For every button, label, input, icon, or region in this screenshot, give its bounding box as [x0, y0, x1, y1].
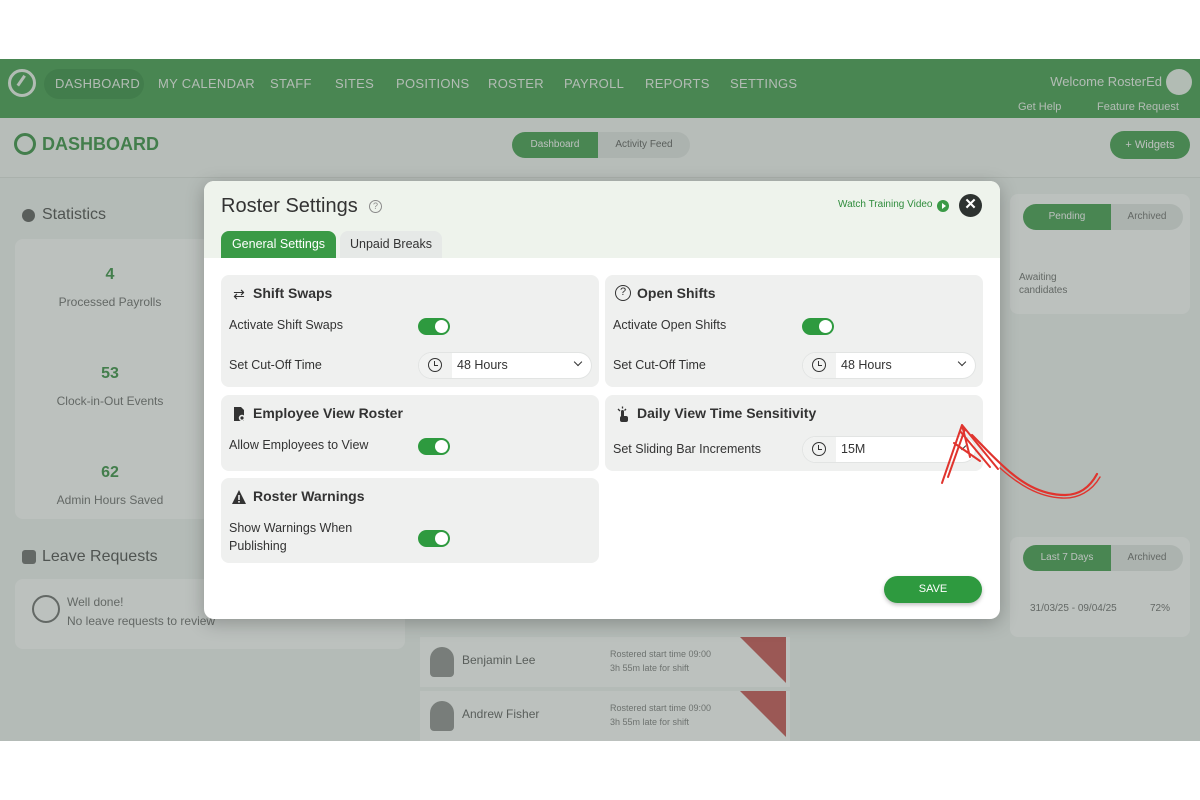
panel-title: Open Shifts [637, 285, 716, 301]
shift-swaps-panel: ⇄ Shift Swaps Activate Shift Swaps Set C… [221, 275, 599, 387]
watch-training-video-link[interactable]: Watch Training Video [838, 199, 933, 210]
activate-shift-swaps-label: Activate Shift Swaps [229, 318, 343, 332]
show-warnings-label-line1: Show Warnings When [229, 521, 353, 535]
question-circle-icon: ? [615, 285, 631, 301]
daily-view-panel: Daily View Time Sensitivity Set Sliding … [605, 395, 983, 471]
close-button[interactable]: ✕ [959, 194, 982, 217]
chevron-down-icon [957, 357, 967, 367]
roster-warnings-panel: Roster Warnings Show Warnings When Publi… [221, 478, 599, 563]
swap-arrows-icon: ⇄ [233, 286, 245, 302]
app-frame: DASHBOARD MY CALENDAR STAFF SITES POSITI… [0, 59, 1200, 741]
show-warnings-toggle[interactable] [418, 530, 450, 547]
select-value: 48 Hours [457, 358, 508, 372]
chevron-down-icon [573, 357, 583, 367]
help-icon[interactable]: ? [369, 200, 382, 213]
tab-unpaid-breaks[interactable]: Unpaid Breaks [340, 231, 442, 258]
clock-icon [803, 353, 836, 378]
open-shifts-panel: ? Open Shifts Activate Open Shifts Set C… [605, 275, 983, 387]
activate-open-shifts-toggle[interactable] [802, 318, 834, 335]
panel-title: Daily View Time Sensitivity [637, 405, 817, 421]
allow-employees-label: Allow Employees to View [229, 438, 369, 452]
touch-hand-icon [615, 406, 631, 422]
allow-employees-toggle[interactable] [418, 438, 450, 455]
select-value: 15M [841, 442, 866, 456]
panel-title: Roster Warnings [253, 488, 365, 504]
shift-swaps-cutoff-select[interactable]: 48 Hours [419, 353, 591, 378]
annotation-arrow-stroke [970, 433, 1099, 497]
cutoff-time-label: Set Cut-Off Time [613, 358, 706, 372]
activate-shift-swaps-toggle[interactable] [418, 318, 450, 335]
annotation-arrow [941, 424, 1101, 499]
tab-general-settings[interactable]: General Settings [221, 231, 336, 258]
warning-icon [231, 489, 247, 505]
sliding-bar-increments-label: Set Sliding Bar Increments [613, 442, 761, 456]
play-icon[interactable] [937, 200, 949, 212]
panel-title: Employee View Roster [253, 405, 403, 421]
clock-icon [419, 353, 452, 378]
open-shifts-cutoff-select[interactable]: 48 Hours [803, 353, 975, 378]
show-warnings-label-line2: Publishing [229, 539, 287, 553]
save-button[interactable]: SAVE [884, 576, 982, 603]
modal-title: Roster Settings [221, 195, 358, 217]
document-eye-icon [231, 406, 247, 422]
select-value: 48 Hours [841, 358, 892, 372]
clock-icon [803, 437, 836, 462]
activate-open-shifts-label: Activate Open Shifts [613, 318, 727, 332]
roster-settings-modal: Roster Settings ? Watch Training Video ✕… [204, 181, 1000, 619]
employee-view-roster-panel: Employee View Roster Allow Employees to … [221, 395, 599, 471]
cutoff-time-label: Set Cut-Off Time [229, 358, 322, 372]
panel-title: Shift Swaps [253, 285, 333, 301]
